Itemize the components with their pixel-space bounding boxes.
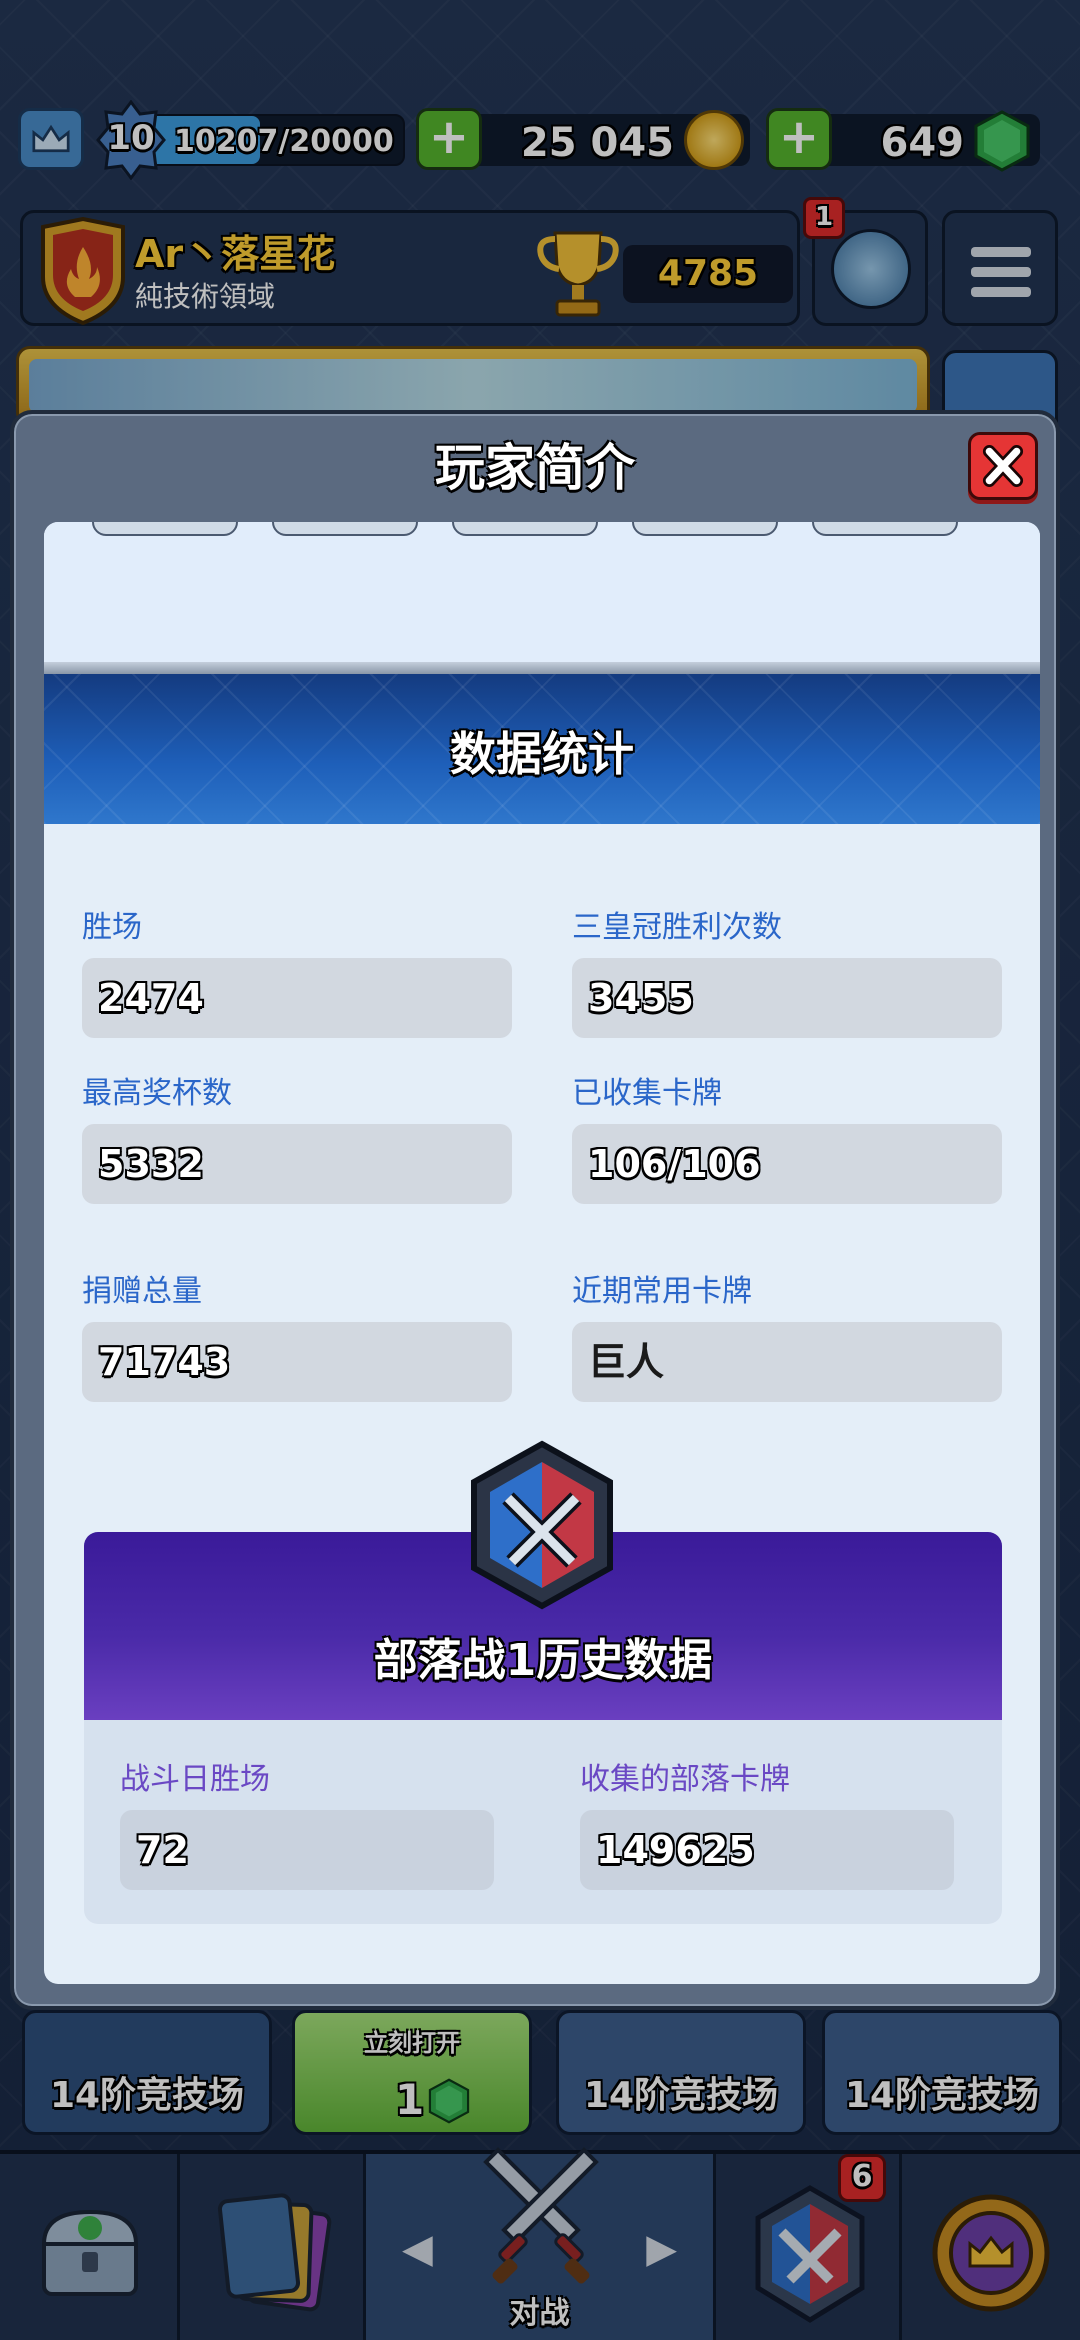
badge-slot bbox=[272, 522, 418, 536]
stat-clan-cards-collected: 收集的部落卡牌 149625 bbox=[580, 1754, 954, 1890]
stat-label: 捐赠总量 bbox=[82, 1274, 202, 1309]
stat-value: 71743 bbox=[82, 1322, 512, 1402]
stat-total-donations: 捐赠总量 71743 bbox=[82, 1266, 512, 1402]
modal-body[interactable]: 数据统计 胜场 2474 三皇冠胜利次数 3455 最高奖杯数 5332 已收集… bbox=[44, 522, 1040, 1984]
badges-section bbox=[44, 522, 1040, 672]
stat-label: 胜场 bbox=[82, 910, 142, 945]
section-divider bbox=[44, 662, 1040, 674]
stats-title: 数据统计 bbox=[450, 727, 634, 781]
stat-label: 三皇冠胜利次数 bbox=[572, 910, 782, 945]
stat-highest-trophies: 最高奖杯数 5332 bbox=[82, 1068, 512, 1204]
stat-label: 已收集卡牌 bbox=[572, 1076, 722, 1111]
stat-favourite-card: 近期常用卡牌 巨人 bbox=[572, 1266, 1002, 1402]
player-profile-modal: 玩家简介 数据统计 胜场 2474 三皇冠胜利次数 3455 最高奖杯数 533… bbox=[10, 410, 1060, 2010]
stat-value: 106/106 bbox=[572, 1124, 1002, 1204]
clan-war-emblem-icon bbox=[471, 1440, 613, 1610]
badge-slot bbox=[92, 522, 238, 536]
stat-label: 最高奖杯数 bbox=[82, 1076, 232, 1111]
close-button[interactable] bbox=[968, 432, 1038, 500]
badge-slot bbox=[632, 522, 778, 536]
clan-war-title: 部落战1历史数据 bbox=[373, 1635, 713, 1686]
modal-title: 玩家简介 bbox=[435, 439, 635, 497]
stat-value: 3455 bbox=[572, 958, 1002, 1038]
stat-value: 72 bbox=[120, 1810, 494, 1890]
stat-wins: 胜场 2474 bbox=[82, 902, 512, 1038]
badge-slot bbox=[452, 522, 598, 536]
stat-value: 149625 bbox=[580, 1810, 954, 1890]
close-icon bbox=[982, 445, 1024, 487]
stat-label: 战斗日胜场 bbox=[120, 1762, 270, 1797]
stat-war-day-wins: 战斗日胜场 72 bbox=[120, 1754, 494, 1890]
stat-label: 近期常用卡牌 bbox=[572, 1274, 752, 1309]
stat-value: 2474 bbox=[82, 958, 512, 1038]
stat-cards-found: 已收集卡牌 106/106 bbox=[572, 1068, 1002, 1204]
stat-value: 5332 bbox=[82, 1124, 512, 1204]
stat-three-crown-wins: 三皇冠胜利次数 3455 bbox=[572, 902, 1002, 1038]
badge-slot bbox=[812, 522, 958, 536]
stat-value[interactable]: 巨人 bbox=[572, 1322, 1002, 1402]
stats-header: 数据统计 bbox=[44, 674, 1040, 824]
stat-label: 收集的部落卡牌 bbox=[580, 1762, 790, 1797]
